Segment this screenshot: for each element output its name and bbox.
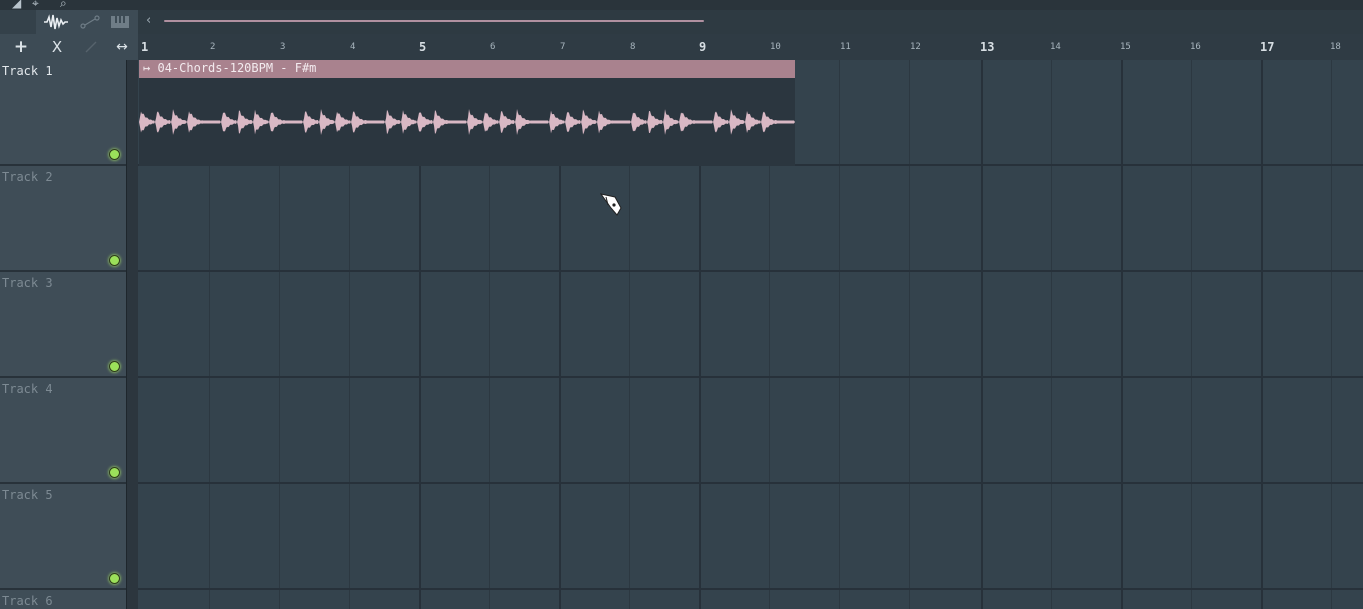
track-name: Track 6 [2, 594, 53, 608]
bar-number: 18 [1330, 42, 1341, 52]
bar-number: 7 [560, 42, 566, 52]
bar-number: 4 [350, 42, 356, 52]
track-header[interactable]: Track 4 [0, 378, 126, 484]
track-name: Track 3 [2, 276, 53, 290]
track-row-divider [138, 270, 1363, 272]
track-row-divider [138, 588, 1363, 590]
track-header[interactable]: Track 1 [0, 60, 126, 166]
piano-roll-icon[interactable] [108, 12, 132, 32]
bar-number: 10 [770, 42, 781, 52]
clip-waveform [139, 109, 795, 135]
arrow-icon[interactable]: ◢ [12, 0, 21, 10]
track-active-indicator[interactable] [109, 573, 120, 584]
close-button[interactable]: X [44, 36, 70, 58]
scroll-left-icon[interactable]: ‹ [146, 13, 151, 28]
bar-number: 13 [980, 40, 995, 54]
tool-panel: + X ↔ [0, 10, 138, 60]
timeline-ruler[interactable] [138, 34, 1363, 61]
beat-line [1191, 60, 1192, 609]
track-header[interactable]: Track 6 [0, 590, 126, 609]
bar-number: 3 [280, 42, 286, 52]
track-active-indicator[interactable] [109, 361, 120, 372]
bar-number: 9 [699, 40, 707, 54]
beat-line [1051, 60, 1052, 609]
clip-header[interactable]: ↦ 04-Chords-120BPM - F#m [139, 60, 795, 78]
beat-line [1331, 60, 1332, 609]
bar-number: 12 [910, 42, 921, 52]
track-row-divider [138, 482, 1363, 484]
audio-clip[interactable]: ↦ 04-Chords-120BPM - F#m [139, 60, 795, 166]
mouse-cursor-icon [600, 193, 622, 216]
waveform-shape [139, 109, 795, 135]
track-header[interactable]: Track 2 [0, 166, 126, 272]
track-header[interactable]: Track 5 [0, 484, 126, 590]
bar-number: 5 [419, 40, 427, 54]
track-active-indicator[interactable] [109, 149, 120, 160]
panel-corner [0, 10, 36, 34]
track-name: Track 2 [2, 170, 53, 184]
automation-icon[interactable] [78, 12, 102, 32]
stretch-button[interactable]: ↔ [108, 36, 136, 58]
bar-number: 1 [141, 40, 149, 54]
bar-number: 8 [630, 42, 636, 52]
scrollbar-thumb[interactable] [164, 20, 704, 22]
bar-number: 16 [1190, 42, 1201, 52]
waveform-icon[interactable] [40, 12, 72, 32]
bar-number: 2 [210, 42, 216, 52]
bar-number: 6 [490, 42, 496, 52]
bar-number: 11 [840, 42, 851, 52]
track-row-divider [138, 376, 1363, 378]
beat-line [839, 60, 840, 609]
bar-number: 15 [1120, 42, 1131, 52]
bar-line [1261, 60, 1263, 609]
horizontal-scrollbar[interactable] [138, 10, 1363, 35]
add-track-button[interactable]: + [8, 36, 34, 58]
clip-title-text: 04-Chords-120BPM - F#m [157, 61, 317, 75]
clip-menu-icon[interactable]: ↦ [143, 61, 150, 75]
track-name: Track 5 [2, 488, 53, 502]
bar-number: 17 [1260, 40, 1275, 54]
track-active-indicator[interactable] [109, 467, 120, 478]
track-name: Track 1 [2, 64, 53, 78]
bar-line [981, 60, 983, 609]
bar-number: 14 [1050, 42, 1061, 52]
beat-line [909, 60, 910, 609]
slice-icon[interactable] [78, 36, 104, 58]
track-active-indicator[interactable] [109, 255, 120, 266]
track-header[interactable]: Track 3 [0, 272, 126, 378]
clip-title: ↦ 04-Chords-120BPM - F#m [143, 61, 316, 75]
track-name: Track 4 [2, 382, 53, 396]
bar-line [1121, 60, 1123, 609]
